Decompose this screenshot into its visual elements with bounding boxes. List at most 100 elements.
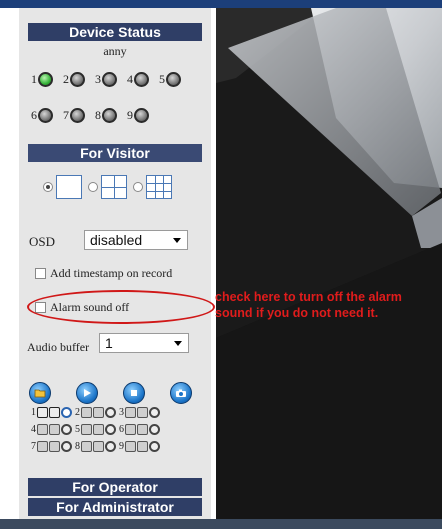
device-status-led-icon bbox=[102, 108, 117, 123]
device-number: 2 bbox=[63, 72, 69, 86]
device-status-led-icon bbox=[38, 72, 53, 87]
device-status-header[interactable]: Device Status bbox=[28, 23, 202, 41]
record-icon[interactable] bbox=[105, 424, 116, 435]
speaker-icon[interactable] bbox=[137, 407, 148, 418]
device-number: 9 bbox=[127, 108, 133, 122]
microphone-icon[interactable] bbox=[125, 407, 136, 418]
device-3[interactable]: 3 bbox=[95, 72, 117, 87]
osd-label: OSD bbox=[29, 234, 56, 249]
device-8[interactable]: 8 bbox=[95, 108, 117, 123]
channel-row: 1 2 3 bbox=[29, 404, 161, 421]
layout-9-icon[interactable] bbox=[146, 175, 172, 199]
device-status-led-icon bbox=[70, 72, 85, 87]
audio-buffer-value: 1 bbox=[105, 335, 113, 351]
microphone-icon[interactable] bbox=[37, 441, 48, 452]
device-1[interactable]: 1 bbox=[31, 72, 53, 87]
record-icon[interactable] bbox=[61, 424, 72, 435]
channel-7[interactable]: 7 bbox=[29, 441, 72, 452]
bottom-bar bbox=[0, 519, 442, 529]
record-icon[interactable] bbox=[105, 407, 116, 418]
osd-select[interactable]: disabled bbox=[84, 230, 188, 250]
channel-number: 5 bbox=[75, 424, 80, 435]
layout-selector bbox=[43, 175, 178, 199]
device-2[interactable]: 2 bbox=[63, 72, 85, 87]
timestamp-checkbox[interactable] bbox=[35, 268, 46, 279]
channel-number: 7 bbox=[31, 441, 36, 452]
chevron-down-icon bbox=[173, 238, 181, 243]
camera-feed-image bbox=[216, 8, 442, 519]
device-status-led-icon bbox=[134, 108, 149, 123]
record-icon[interactable] bbox=[149, 441, 160, 452]
microphone-icon[interactable] bbox=[125, 441, 136, 452]
record-icon[interactable] bbox=[149, 407, 160, 418]
layout-4-icon[interactable] bbox=[101, 175, 127, 199]
device-5[interactable]: 5 bbox=[159, 72, 181, 87]
device-4[interactable]: 4 bbox=[127, 72, 149, 87]
speaker-icon[interactable] bbox=[137, 441, 148, 452]
device-9[interactable]: 9 bbox=[127, 108, 149, 123]
record-icon[interactable] bbox=[105, 441, 116, 452]
channel-3[interactable]: 3 bbox=[117, 407, 160, 418]
channel-number: 9 bbox=[119, 441, 124, 452]
layout-4-radio[interactable] bbox=[88, 182, 98, 192]
device-6[interactable]: 6 bbox=[31, 108, 53, 123]
stop-icon bbox=[131, 390, 137, 396]
alarm-highlight-ellipse bbox=[27, 290, 215, 324]
for-operator-header[interactable]: For Operator bbox=[28, 478, 202, 496]
play-button[interactable] bbox=[76, 382, 98, 404]
device-status-led-icon bbox=[166, 72, 181, 87]
speaker-icon[interactable] bbox=[137, 424, 148, 435]
chevron-down-icon bbox=[174, 341, 182, 346]
audio-buffer-select[interactable]: 1 bbox=[99, 333, 189, 353]
layout-9-radio[interactable] bbox=[133, 182, 143, 192]
record-icon[interactable] bbox=[61, 407, 72, 418]
device-7[interactable]: 7 bbox=[63, 108, 85, 123]
layout-1-radio[interactable] bbox=[43, 182, 53, 192]
channel-number: 2 bbox=[75, 407, 80, 418]
device-number: 3 bbox=[95, 72, 101, 86]
channel-6[interactable]: 6 bbox=[117, 424, 160, 435]
annotation-note: check here to turn off the alarm sound i… bbox=[215, 290, 402, 320]
timestamp-label: Add timestamp on record bbox=[50, 266, 173, 280]
channel-5[interactable]: 5 bbox=[73, 424, 116, 435]
channel-number: 3 bbox=[119, 407, 124, 418]
channel-8[interactable]: 8 bbox=[73, 441, 116, 452]
folder-icon bbox=[34, 389, 46, 398]
record-icon[interactable] bbox=[149, 424, 160, 435]
microphone-icon[interactable] bbox=[125, 424, 136, 435]
channel-4[interactable]: 4 bbox=[29, 424, 72, 435]
speaker-icon[interactable] bbox=[93, 424, 104, 435]
channel-9[interactable]: 9 bbox=[117, 441, 160, 452]
channel-number: 8 bbox=[75, 441, 80, 452]
channel-number: 1 bbox=[31, 407, 36, 418]
play-icon bbox=[84, 389, 91, 397]
device-number: 4 bbox=[127, 72, 133, 86]
device-number: 7 bbox=[63, 108, 69, 122]
speaker-icon[interactable] bbox=[93, 407, 104, 418]
snapshot-button[interactable] bbox=[170, 382, 192, 404]
microphone-icon[interactable] bbox=[81, 441, 92, 452]
top-bar bbox=[0, 0, 442, 8]
speaker-icon[interactable] bbox=[49, 441, 60, 452]
layout-1-icon[interactable] bbox=[56, 175, 82, 199]
microphone-icon[interactable] bbox=[37, 407, 48, 418]
device-number: 8 bbox=[95, 108, 101, 122]
for-visitor-header[interactable]: For Visitor bbox=[28, 144, 202, 162]
folder-button[interactable] bbox=[29, 382, 51, 404]
audio-buffer-label: Audio buffer bbox=[27, 340, 90, 354]
channel-2[interactable]: 2 bbox=[73, 407, 116, 418]
device-status-led-icon bbox=[102, 72, 117, 87]
record-icon[interactable] bbox=[61, 441, 72, 452]
channel-row: 4 5 6 bbox=[29, 421, 161, 438]
speaker-icon[interactable] bbox=[49, 407, 60, 418]
channel-1[interactable]: 1 bbox=[29, 407, 72, 418]
speaker-icon[interactable] bbox=[49, 424, 60, 435]
microphone-icon[interactable] bbox=[37, 424, 48, 435]
microphone-icon[interactable] bbox=[81, 424, 92, 435]
microphone-icon[interactable] bbox=[81, 407, 92, 418]
video-view[interactable] bbox=[216, 8, 442, 519]
speaker-icon[interactable] bbox=[93, 441, 104, 452]
for-administrator-header[interactable]: For Administrator bbox=[28, 498, 202, 516]
stop-button[interactable] bbox=[123, 382, 145, 404]
channel-number: 6 bbox=[119, 424, 124, 435]
